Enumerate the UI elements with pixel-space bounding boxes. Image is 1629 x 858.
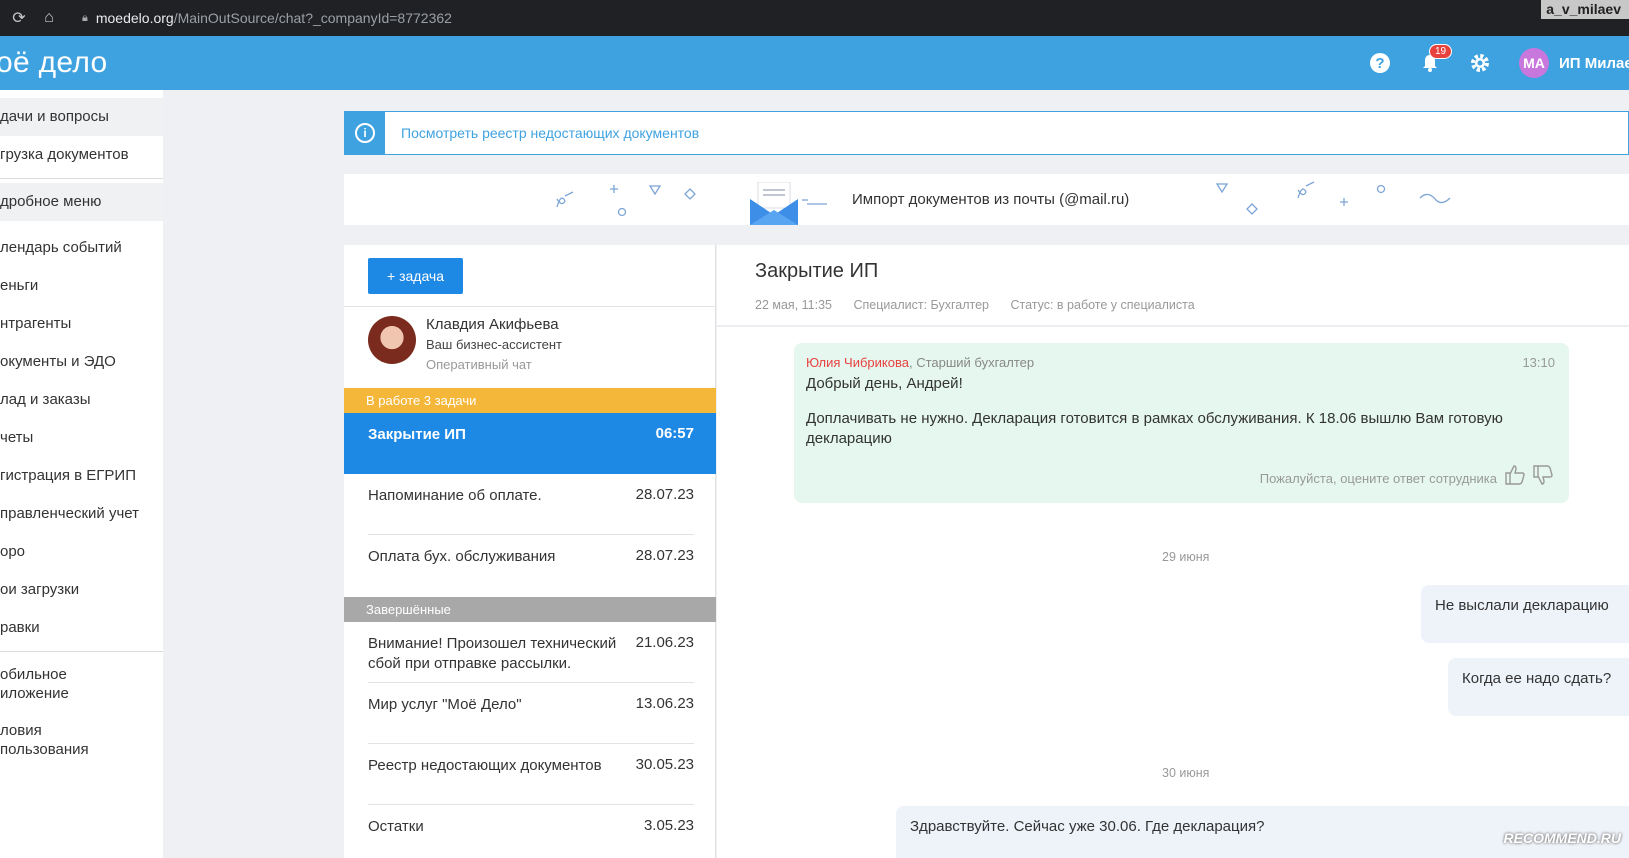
assistant-chat-label: Оперативный чат — [426, 357, 532, 372]
bell-icon[interactable]: 19 — [1419, 44, 1453, 74]
notifications-badge: 19 — [1429, 44, 1453, 59]
sidebar-item-references[interactable]: равки — [0, 609, 163, 647]
date-separator: 30 июня — [1162, 766, 1210, 780]
task-date: 3.05.23 — [643, 817, 694, 834]
sidebar-item-calendar[interactable]: лендарь событий — [0, 229, 163, 267]
task-title: Напоминание об оплате. — [368, 487, 542, 504]
missing-docs-banner: i Посмотреть реестр недостающих документ… — [344, 111, 1629, 155]
sidebar-item-detailed-menu[interactable]: дробное меню — [0, 183, 163, 221]
message-author: Юлия Чибрикова, Старший бухгалтер — [806, 355, 1034, 370]
chat-specialist: Специалист: Бухгалтер — [853, 298, 989, 312]
add-task-button[interactable]: + задача — [368, 258, 463, 294]
chat-title: Закрытие ИП — [755, 260, 879, 282]
task-date: 13.06.23 — [635, 695, 694, 712]
task-item[interactable]: Оплата бух. обслуживания 28.07.23 — [344, 535, 716, 596]
sidebar-item-mobile-app[interactable]: обильное иложение — [0, 656, 163, 712]
task-date: 21.06.23 — [635, 634, 694, 651]
task-title: Остатки — [368, 818, 424, 835]
message-body: Доплачивать не нужно. Декларация готовит… — [806, 410, 1503, 447]
home-icon[interactable]: ⌂ — [38, 9, 60, 27]
task-title: Оплата бух. обслуживания — [368, 548, 556, 565]
message-greeting: Добрый день, Андрей! — [806, 375, 963, 392]
url-path: /MainOutSource/chat?_companyId=8772362 — [173, 10, 452, 26]
chat-divider — [717, 325, 1629, 327]
task-title: Мир услуг "Моё Дело" — [368, 696, 522, 713]
sidebar-item-warehouse[interactable]: лад и заказы — [0, 381, 163, 419]
user-message: Не выслали декларацию — [1421, 585, 1629, 643]
assistant-card[interactable]: Клавдия Акифьева Ваш бизнес-ассистент Оп… — [344, 306, 715, 389]
rate-prompt: Пожалуйста, оцените ответ сотрудника — [1259, 471, 1497, 486]
task-title: Реестр недостающих документов — [368, 757, 602, 774]
date-separator: 29 июня — [1162, 550, 1210, 564]
task-title: Внимание! Произошел технический сбой при… — [368, 635, 617, 672]
sidebar-item-upload[interactable]: грузка документов — [0, 136, 163, 174]
task-item[interactable]: Остатки 3.05.23 — [344, 805, 716, 858]
watermark-logo: RECOMMEND.RU — [1503, 830, 1621, 846]
mail-import-strip[interactable]: Импорт документов из почты (@mail.ru) — [344, 174, 1629, 225]
task-item[interactable]: Напоминание об оплате. 28.07.23 — [344, 474, 716, 535]
message-time: 13:10 — [1522, 355, 1555, 370]
sidebar-item-documents[interactable]: окументы и ЭДО — [0, 343, 163, 381]
task-date: 06:57 — [655, 425, 694, 442]
task-date: 28.07.23 — [635, 547, 694, 564]
sidebar-item-management[interactable]: правленческий учет — [0, 495, 163, 533]
envelope-icon — [750, 182, 798, 225]
thumbs-down-icon[interactable] — [1531, 463, 1555, 487]
chat-date: 22 мая, 11:35 — [755, 298, 832, 312]
assistant-avatar — [368, 316, 416, 364]
author-role: , Старший бухгалтер — [908, 355, 1035, 370]
task-title: Закрытие ИП — [368, 426, 466, 443]
sidebar-item-bureau[interactable]: оро — [0, 533, 163, 571]
sidebar-item-reports[interactable]: четы — [0, 419, 163, 457]
task-date: 28.07.23 — [635, 486, 694, 503]
sidebar-item-money[interactable]: еньги — [0, 267, 163, 305]
header-actions: ? 19 МА ИП Милаев — [1369, 36, 1629, 90]
logo[interactable]: оё дело — [0, 46, 108, 80]
assistant-role: Ваш бизнес-ассистент — [426, 337, 563, 352]
done-header: Завершённые — [344, 597, 716, 622]
app-header: оё дело ? 19 МА ИП Милаев — [0, 36, 1629, 90]
avatar[interactable]: МА — [1519, 48, 1549, 78]
mail-import-label[interactable]: Импорт документов из почты (@mail.ru) — [852, 191, 1129, 208]
missing-docs-link[interactable]: Посмотреть реестр недостающих документов — [401, 125, 699, 141]
chat-meta: 22 мая, 11:35 Специалист: Бухгалтер Стат… — [755, 298, 1213, 312]
task-date: 30.05.23 — [635, 756, 694, 773]
sidebar-item-tasks[interactable]: дачи и вопросы — [0, 98, 163, 136]
chat-panel: Закрытие ИП 22 мая, 11:35 Специалист: Бу… — [717, 245, 1629, 858]
task-item[interactable]: Внимание! Произошел технический сбой при… — [344, 622, 716, 683]
user-tag: a_v_milaev — [1541, 0, 1629, 19]
url-domain: moedelo.org — [95, 10, 174, 26]
author-name: Юлия Чибрикова — [806, 355, 909, 370]
thumbs-up-icon[interactable] — [1503, 463, 1527, 487]
sidebar-item-terms[interactable]: ловия пользования — [0, 712, 163, 768]
user-name[interactable]: ИП Милаев — [1559, 55, 1629, 72]
address-bar[interactable]: moedelo.org/MainOutSource/chat?_companyI… — [96, 10, 452, 26]
task-item[interactable]: Реестр недостающих документов 30.05.23 — [344, 744, 716, 805]
user-message: Когда ее надо сдать? — [1448, 658, 1629, 716]
lock-icon[interactable]: 🔒︎ — [82, 12, 88, 25]
help-icon[interactable]: ? — [1369, 52, 1391, 74]
chat-status: Статус: в работе у специалиста — [1010, 298, 1195, 312]
sidebar: дачи и вопросы грузка документов дробное… — [0, 90, 163, 858]
assistant-name: Клавдия Акифьева — [426, 316, 559, 333]
accountant-message: Юлия Чибрикова, Старший бухгалтер 13:10 … — [794, 343, 1569, 503]
in-work-header: В работе 3 задачи — [344, 388, 716, 413]
sidebar-divider — [0, 178, 163, 179]
gear-icon[interactable] — [1469, 52, 1491, 74]
sidebar-divider — [0, 651, 163, 652]
browser-toolbar: ⟳ ⌂ 🔒︎ moedelo.org/MainOutSource/chat?_c… — [0, 0, 1629, 36]
info-icon: i — [345, 112, 385, 154]
task-item[interactable]: Закрытие ИП 06:57 — [344, 413, 716, 474]
sidebar-item-my-uploads[interactable]: ои загрузки — [0, 571, 163, 609]
sidebar-item-egrip[interactable]: гистрация в ЕГРИП — [0, 457, 163, 495]
reload-icon[interactable]: ⟳ — [8, 8, 30, 28]
task-item[interactable]: Мир услуг "Моё Дело" 13.06.23 — [344, 683, 716, 744]
sidebar-item-contractors[interactable]: нтрагенты — [0, 305, 163, 343]
tasks-panel: + задача Клавдия Акифьева Ваш бизнес-асс… — [344, 245, 716, 858]
